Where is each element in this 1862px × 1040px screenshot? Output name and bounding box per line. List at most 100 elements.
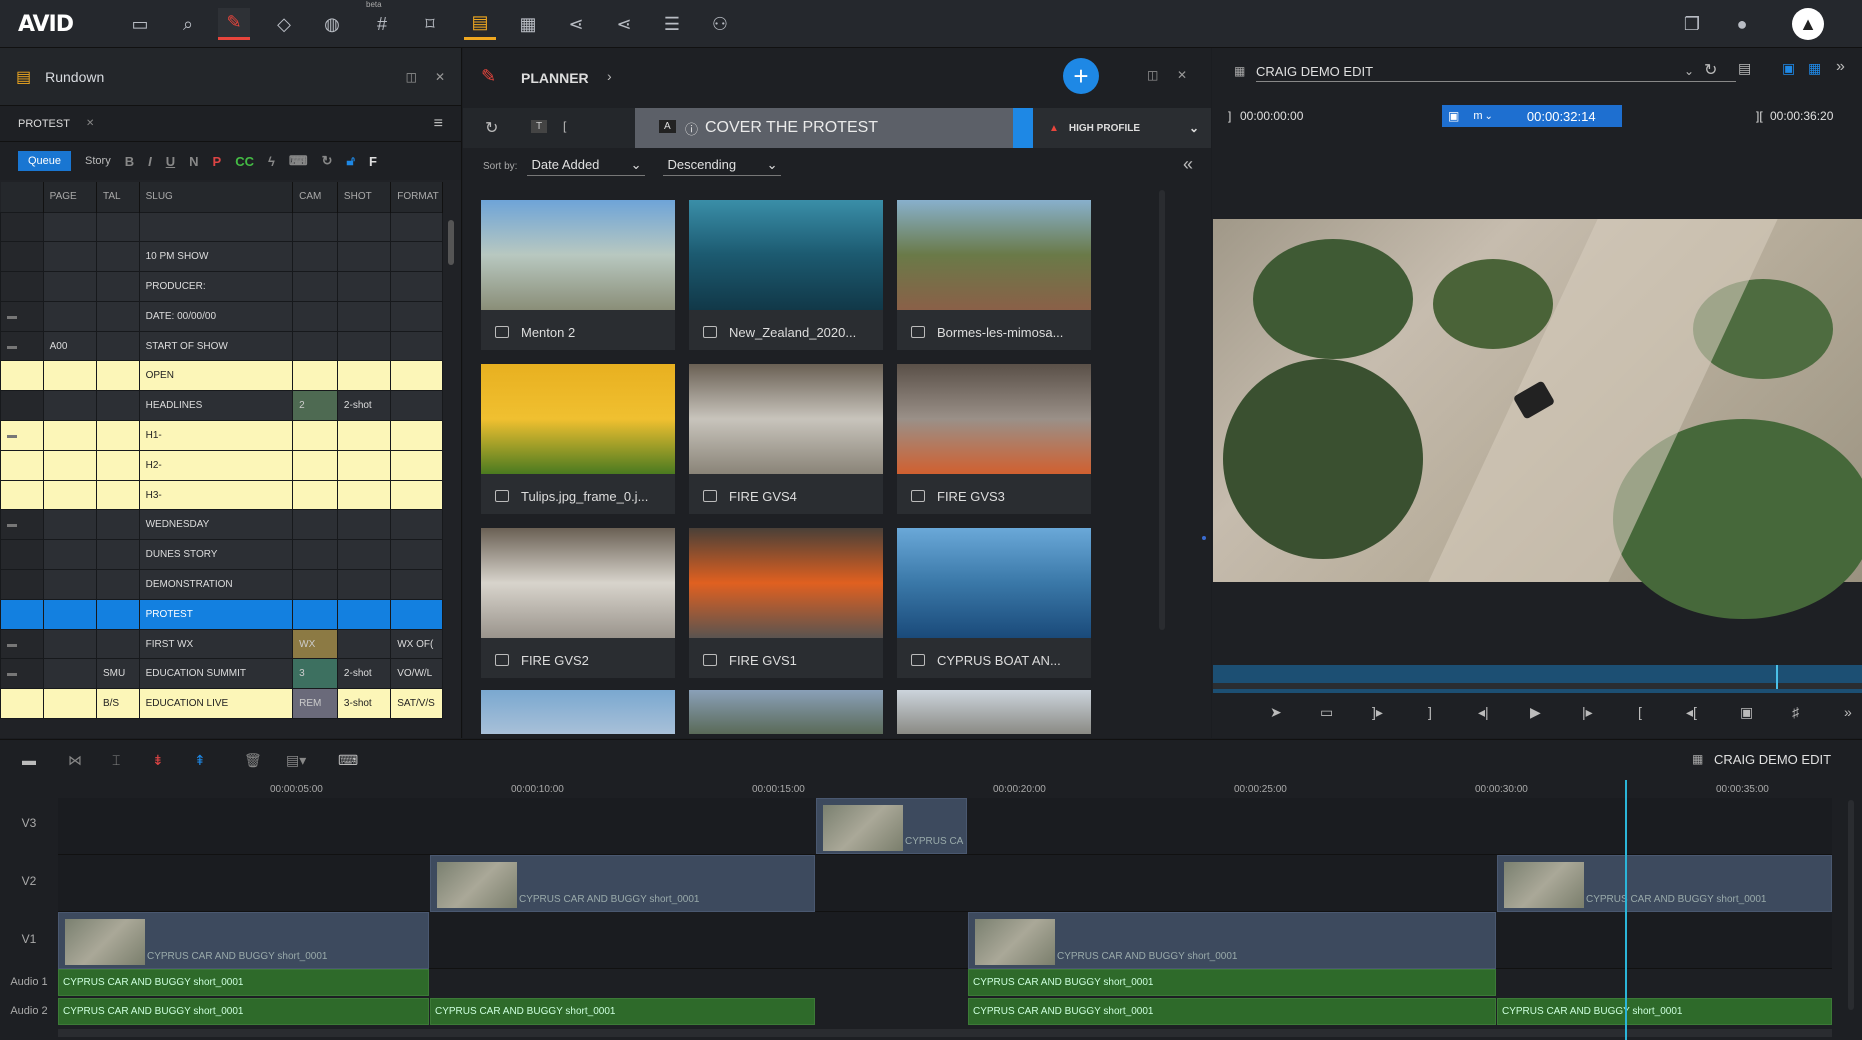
page-cell[interactable] [42, 420, 97, 451]
close-icon[interactable]: ✕ [1177, 68, 1187, 82]
page-cell[interactable]: A00 [42, 330, 97, 362]
bold-button[interactable]: B [125, 154, 134, 169]
status-cell[interactable] [0, 241, 44, 273]
status-cell[interactable]: ▬ [0, 658, 44, 690]
messages-icon[interactable]: ❐ [1676, 8, 1708, 40]
shot-cell[interactable] [336, 330, 392, 362]
underline-button[interactable]: U [166, 154, 175, 169]
format-cell[interactable] [390, 569, 443, 600]
format-cell[interactable] [390, 539, 443, 571]
clapper-icon[interactable]: ▦ [512, 8, 544, 40]
send-icon[interactable]: ➤ [1270, 704, 1282, 721]
tc-mode[interactable]: m [1473, 110, 1482, 122]
refresh-icon[interactable]: ↻ [1704, 60, 1717, 80]
tracks-icon[interactable]: ▬ [22, 752, 36, 768]
status-cell[interactable] [0, 688, 44, 720]
rundown-row[interactable]: B/S EDUCATION LIVE REM 3-shot SAT/V/S [0, 688, 443, 720]
page-cell[interactable] [42, 688, 97, 720]
overwrite-red-icon[interactable]: ⇟ [152, 752, 164, 769]
cam-cell[interactable] [292, 539, 338, 571]
format-cell[interactable] [390, 420, 443, 451]
status-cell[interactable] [0, 390, 44, 422]
format-cell[interactable] [390, 300, 443, 332]
audio-clip[interactable]: CYPRUS CAR AND BUGGY short_0001 [58, 998, 429, 1025]
search-icon[interactable]: ⌕ [172, 8, 204, 40]
page-cell[interactable] [42, 300, 97, 332]
shot-cell[interactable] [336, 509, 392, 541]
page-cell[interactable] [42, 360, 97, 392]
timeline-hscrollbar[interactable] [58, 1029, 1832, 1037]
audio-clip[interactable]: CYPRUS CAR AND BUGGY short_0001 [968, 998, 1496, 1025]
cam-cell[interactable] [292, 420, 338, 451]
media-tile[interactable]: Bormes-les-mimosa... [897, 200, 1091, 350]
format-cell[interactable] [390, 271, 443, 302]
audio-clip[interactable]: CYPRUS CAR AND BUGGY short_0001 [1497, 998, 1832, 1025]
format-cell[interactable] [390, 241, 443, 273]
status-cell[interactable] [0, 360, 44, 392]
shot-cell[interactable]: 2-shot [336, 658, 392, 690]
slug-cell[interactable]: EDUCATION SUMMIT [138, 658, 294, 690]
layout-icon[interactable]: ▤ [1738, 60, 1751, 77]
track-label-v1[interactable]: V1 [0, 932, 58, 946]
mark-out-button-icon[interactable]: ] [1428, 704, 1432, 720]
shot-cell[interactable] [336, 211, 392, 243]
rundown-scrollbar[interactable] [448, 220, 454, 265]
tal-cell[interactable] [95, 628, 140, 660]
col-tal[interactable]: TAL [96, 182, 140, 212]
refresh-icon[interactable]: ↻ [485, 118, 498, 138]
media-tile[interactable] [897, 690, 1091, 734]
shot-cell[interactable] [336, 420, 392, 451]
cc-button[interactable]: CC [235, 154, 254, 169]
media-tile[interactable]: FIRE GVS1 [689, 528, 883, 678]
timeline-playhead[interactable] [1625, 780, 1627, 1040]
page-cell[interactable] [42, 449, 97, 481]
sort-order-select[interactable]: Descending ⌄ [663, 157, 782, 176]
status-cell[interactable]: ▬ [0, 628, 44, 660]
story-button[interactable]: Story [85, 155, 111, 167]
rundown-row[interactable]: ▬ A00 START OF SHOW [0, 330, 443, 362]
tal-cell[interactable] [95, 241, 140, 273]
media-tile[interactable]: FIRE GVS4 [689, 364, 883, 514]
cam-cell[interactable] [292, 509, 338, 541]
play-icon[interactable]: ▶ [1530, 704, 1541, 721]
rundown-row[interactable]: DEMONSTRATION [0, 569, 443, 600]
audio-icon[interactable]: ♯ [1792, 704, 1799, 720]
page-cell[interactable] [42, 569, 97, 600]
page-cell[interactable] [42, 658, 97, 690]
cam-cell[interactable] [292, 479, 338, 511]
format-cell[interactable]: VO/W/L [390, 658, 443, 690]
priority-dropdown[interactable]: ▲ HIGH PROFILE ⌄ [1033, 108, 1211, 148]
refresh-icon[interactable]: ↻ [322, 153, 333, 169]
page-cell[interactable] [42, 390, 97, 422]
page-cell[interactable] [42, 628, 97, 660]
slug-cell[interactable] [138, 211, 294, 243]
collapse-icon[interactable]: « [1183, 154, 1193, 175]
rundown-row[interactable]: DUNES STORY [0, 539, 443, 571]
expand-icon[interactable]: » [1836, 58, 1845, 76]
cam-cell[interactable] [292, 449, 338, 481]
slug-cell[interactable]: PROTEST [138, 598, 294, 630]
tal-cell[interactable]: SMU [95, 658, 140, 690]
lightning-icon[interactable]: ϟ [268, 154, 275, 169]
shot-cell[interactable] [336, 300, 392, 332]
overwrite-icon[interactable]: ▣ [1740, 704, 1753, 721]
planner-scrollbar[interactable] [1159, 190, 1165, 630]
dock-icon[interactable]: ◫ [406, 70, 417, 84]
tal-cell[interactable] [95, 300, 140, 332]
slug-cell[interactable]: HEADLINES [138, 390, 294, 422]
media-tile[interactable]: Tulips.jpg_frame_0.j... [481, 364, 675, 514]
slug-cell[interactable]: EDUCATION LIVE [138, 688, 294, 720]
shot-cell[interactable] [336, 569, 392, 600]
go-to-in-icon[interactable]: ]▸ [1372, 704, 1383, 721]
dock-icon[interactable]: ◫ [1147, 68, 1158, 82]
page-cell[interactable] [42, 271, 97, 302]
layers-icon[interactable]: ☰ [656, 8, 688, 40]
format-cell[interactable] [390, 211, 443, 243]
page-cell[interactable] [42, 211, 97, 243]
rundown-row[interactable]: OPEN [0, 360, 443, 392]
info-icon[interactable]: ⓘ [685, 119, 698, 138]
planner-icon[interactable]: ✎ [218, 8, 250, 40]
cam-cell[interactable] [292, 300, 338, 332]
slug-cell[interactable]: OPEN [138, 360, 294, 392]
slug-cell[interactable]: H1- [138, 420, 294, 451]
